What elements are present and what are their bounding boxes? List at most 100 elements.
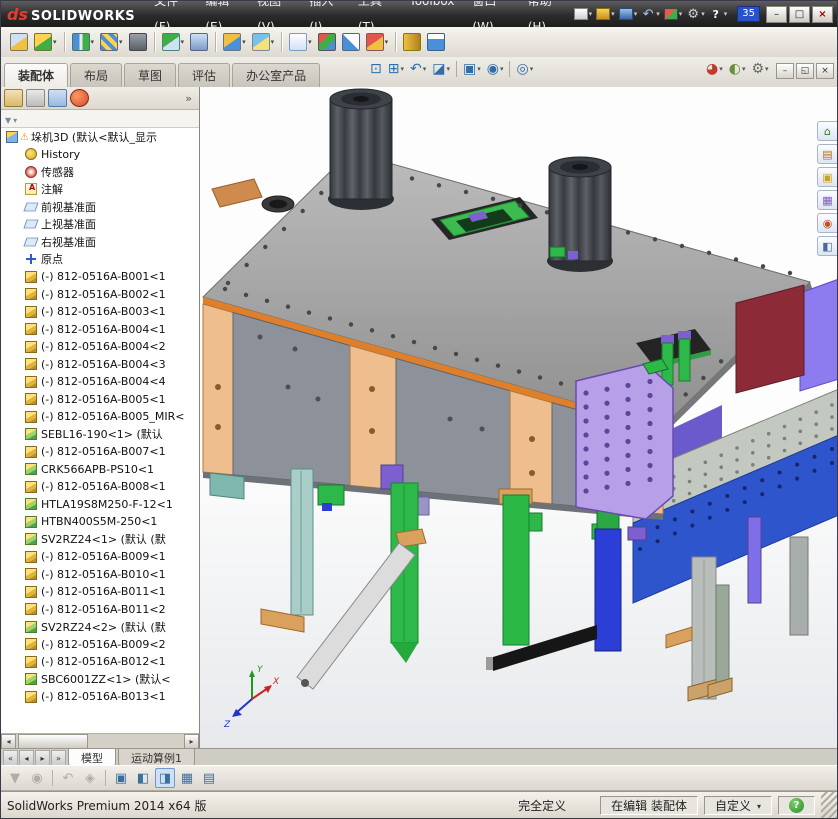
tree-item[interactable]: (-) 812-0516A-B011<2	[1, 601, 199, 619]
tree-item[interactable]: 注解	[1, 181, 199, 199]
command-tab[interactable]: 评估	[178, 63, 231, 87]
measure-icon[interactable]	[401, 31, 423, 53]
tree-item[interactable]: 原点	[1, 251, 199, 269]
cylinder-part-1[interactable]	[328, 88, 394, 210]
minimize-button[interactable]: –	[766, 5, 787, 23]
command-tab[interactable]: 办公室产品	[232, 63, 321, 87]
bill-of-materials-icon[interactable]	[287, 31, 314, 53]
move-component-icon[interactable]	[160, 31, 187, 53]
ime-indicator[interactable]: 35	[737, 6, 760, 22]
minimize-document-icon[interactable]: –	[776, 63, 794, 79]
reference-geometry-icon[interactable]	[250, 31, 277, 53]
scroll-left-button[interactable]	[1, 734, 16, 749]
interference-detection-icon[interactable]	[364, 31, 391, 53]
scroll-tabs-left-button[interactable]: ◂	[19, 750, 34, 766]
appearances-icon[interactable]	[817, 213, 837, 233]
propertymanager-tab-icon[interactable]	[26, 89, 45, 107]
view-palette-icon[interactable]	[817, 190, 837, 210]
tree-item[interactable]: (-) 812-0516A-B004<2	[1, 338, 199, 356]
custom-properties-icon[interactable]	[817, 236, 837, 256]
appearances-tab-icon[interactable]	[70, 89, 89, 107]
scroll-tabs-start-button[interactable]: «	[3, 750, 18, 766]
tree-item[interactable]: SV2RZ24<2> (默认 (默	[1, 618, 199, 636]
restore-document-icon[interactable]: ◱	[796, 63, 814, 79]
configurationmanager-tab-icon[interactable]	[48, 89, 67, 107]
tree-item[interactable]: HTLA19S8M250-F-12<1	[1, 496, 199, 514]
view-settings-icon[interactable]	[748, 60, 771, 78]
tree-item[interactable]: (-) 812-0516A-B004<1	[1, 321, 199, 339]
exploded-view-icon[interactable]	[316, 31, 338, 53]
tree-item[interactable]: (-) 812-0516A-B009<2	[1, 636, 199, 654]
hide-show-items-icon[interactable]	[513, 60, 536, 78]
tree-item[interactable]: (-) 812-0516A-B009<1	[1, 548, 199, 566]
assembly-features-icon[interactable]	[221, 31, 248, 53]
apply-scene-icon[interactable]	[726, 60, 749, 78]
undo-icon[interactable]	[641, 8, 660, 20]
isometric-view-icon[interactable]	[155, 768, 175, 788]
panel-overflow-button[interactable]	[181, 92, 196, 105]
open-icon[interactable]	[596, 8, 615, 20]
tree-item[interactable]: 传感器	[1, 163, 199, 181]
section-view-icon[interactable]	[429, 60, 453, 78]
tree-item[interactable]: (-) 812-0516A-B012<1	[1, 653, 199, 671]
scrollbar-thumb[interactable]	[18, 734, 88, 749]
magnifier-icon[interactable]	[27, 768, 47, 788]
tree-item[interactable]: SBC6001ZZ<1> (默认<	[1, 671, 199, 689]
mate-icon[interactable]	[70, 31, 97, 53]
tree-item[interactable]: CRK566APB-PS10<1	[1, 461, 199, 479]
tree-item[interactable]: HTBN400S5M-250<1	[1, 513, 199, 531]
tree-item[interactable]: (-) 812-0516A-B008<1	[1, 478, 199, 496]
scroll-tabs-right-button[interactable]: ▸	[35, 750, 50, 766]
selection-filter-icon[interactable]	[5, 768, 25, 788]
command-tab[interactable]: 布局	[70, 63, 123, 87]
explode-line-sketch-icon[interactable]	[340, 31, 362, 53]
scroll-tabs-end-button[interactable]: »	[51, 750, 66, 766]
view-orientation-icon[interactable]	[111, 768, 131, 788]
tree-horizontal-scrollbar[interactable]	[1, 733, 199, 749]
save-icon[interactable]	[618, 8, 638, 20]
tree-item[interactable]: (-) 812-0516A-B013<1	[1, 688, 199, 706]
graphics-area[interactable]: Y X Z	[200, 87, 837, 749]
view-orientation-icon[interactable]	[460, 60, 484, 78]
smart-fasteners-icon[interactable]	[127, 31, 149, 53]
edit-appearance-icon[interactable]	[703, 60, 726, 78]
tree-item[interactable]: (-) 812-0516A-B002<1	[1, 286, 199, 304]
tree-item[interactable]: (-) 812-0516A-B005<1	[1, 391, 199, 409]
tree-filter-bar[interactable]	[1, 110, 199, 128]
insert-components-icon[interactable]	[32, 31, 59, 53]
tree-item[interactable]: 右视基准面	[1, 233, 199, 251]
zoom-to-fit-icon[interactable]	[367, 60, 385, 78]
tree-item[interactable]: History	[1, 146, 199, 164]
tree-root-item[interactable]: 垛机3D (默认<默认_显示	[1, 128, 199, 146]
new-document-icon[interactable]	[573, 8, 593, 20]
close-button[interactable]: ×	[812, 5, 833, 23]
tree-item[interactable]: (-) 812-0516A-B004<3	[1, 356, 199, 374]
solidworks-resources-icon[interactable]	[817, 121, 837, 141]
tree-item[interactable]: (-) 812-0516A-B005_MIR<	[1, 408, 199, 426]
command-tab[interactable]: 装配体	[4, 63, 69, 87]
tree-item[interactable]: SEBL16-190<1> (默认	[1, 426, 199, 444]
tree-item[interactable]: SV2RZ24<1> (默认 (默	[1, 531, 199, 549]
tree-item[interactable]: (-) 812-0516A-B011<1	[1, 583, 199, 601]
options-icon[interactable]	[686, 8, 705, 20]
command-tab[interactable]: 草图	[124, 63, 177, 87]
show-hidden-components-icon[interactable]	[188, 31, 210, 53]
tree-item[interactable]: (-) 812-0516A-B007<1	[1, 443, 199, 461]
tree-item[interactable]: (-) 812-0516A-B010<1	[1, 566, 199, 584]
linear-component-pattern-icon[interactable]	[98, 31, 125, 53]
previous-view-icon[interactable]	[58, 768, 78, 788]
rebuild-icon[interactable]	[663, 8, 683, 20]
zoom-to-area-icon[interactable]	[385, 60, 407, 78]
design-library-icon[interactable]	[817, 144, 837, 164]
help-segment[interactable]	[778, 795, 815, 815]
scroll-right-button[interactable]	[184, 734, 199, 749]
tree-item[interactable]: (-) 812-0516A-B004<4	[1, 373, 199, 391]
gusset-part[interactable]	[575, 358, 674, 520]
shaded-with-edges-icon[interactable]	[133, 768, 153, 788]
previous-view-icon[interactable]	[407, 60, 429, 78]
quick-tips-icon[interactable]	[789, 797, 804, 813]
edit-component-icon[interactable]	[8, 31, 30, 53]
maximize-button[interactable]: □	[789, 5, 810, 23]
display-style-icon[interactable]	[484, 60, 507, 78]
resize-grip[interactable]	[821, 792, 837, 818]
